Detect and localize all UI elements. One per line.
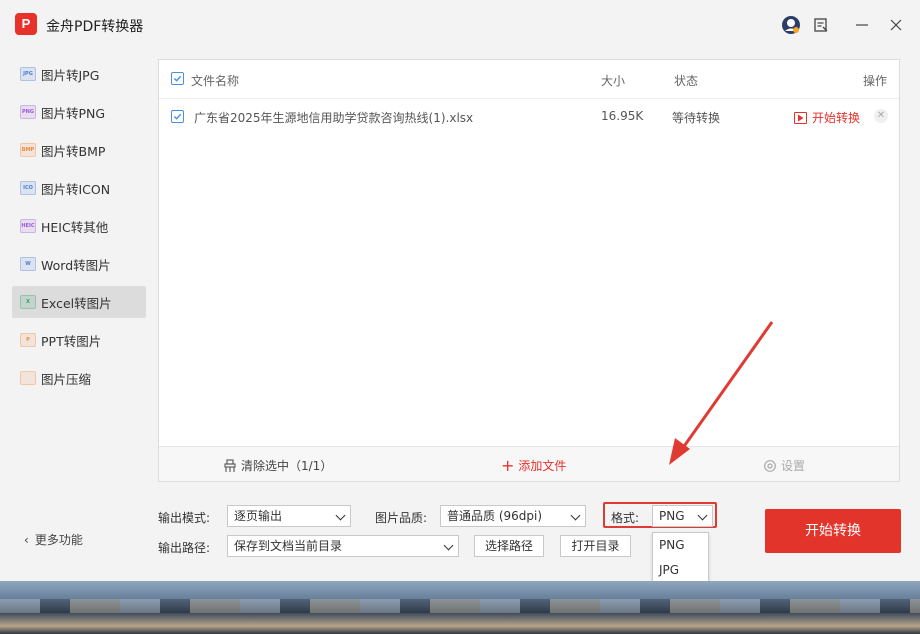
- feedback-icon[interactable]: [811, 15, 831, 35]
- choose-path-button[interactable]: 选择路径: [474, 535, 544, 557]
- play-icon: [794, 111, 807, 124]
- format-option[interactable]: PNG: [653, 533, 708, 558]
- close-icon[interactable]: [886, 15, 906, 35]
- sidebar-item[interactable]: 图片压缩: [12, 362, 146, 394]
- app-title: 金舟PDF转换器: [46, 19, 144, 35]
- sidebar-item-label: 图片转ICON: [41, 181, 111, 197]
- chevron-left-icon: ‹: [24, 532, 29, 547]
- minimize-icon[interactable]: [852, 15, 872, 35]
- table-row[interactable]: 广东省2025年生源地信用助学贷款咨询热线(1).xlsx 16.95K 等待转…: [159, 99, 899, 135]
- row-checkbox[interactable]: [171, 110, 184, 123]
- chevron-down-icon: [570, 510, 581, 521]
- output-mode-value: 逐页输出: [234, 509, 283, 523]
- more-features-label: 更多功能: [34, 533, 83, 547]
- output-mode-select[interactable]: 逐页输出: [227, 505, 351, 527]
- sidebar-item-label: 图片转JPG: [41, 67, 100, 83]
- more-features-button[interactable]: ‹ 更多功能: [24, 531, 83, 548]
- sidebar-item[interactable]: P PPT转图片: [12, 324, 146, 356]
- user-avatar-icon[interactable]: [781, 15, 801, 35]
- sidebar-item-label: 图片转PNG: [41, 105, 106, 121]
- sidebar-item-icon: JPG: [20, 67, 36, 81]
- output-path-select[interactable]: 保存到文档当前目录: [227, 535, 459, 557]
- quality-label: 图片品质:: [375, 511, 428, 525]
- output-mode-label: 输出模式:: [158, 511, 211, 525]
- output-path-label: 输出路径:: [158, 541, 211, 555]
- file-name: 广东省2025年生源地信用助学贷款咨询热线(1).xlsx: [194, 111, 474, 125]
- sidebar-item-label: Word转图片: [41, 257, 111, 273]
- sidebar-item[interactable]: PNG 图片转PNG: [12, 96, 146, 128]
- format-label: 格式:: [611, 511, 640, 525]
- sidebar-item-icon: PNG: [20, 105, 36, 119]
- sidebar-item-label: 图片转BMP: [41, 143, 106, 159]
- output-path-value: 保存到文档当前目录: [234, 539, 343, 553]
- sidebar-item[interactable]: ICO 图片转ICON: [12, 172, 146, 204]
- header-file-name: 文件名称: [191, 74, 240, 88]
- clear-selected-label: 清除选中（1/1）: [241, 459, 333, 473]
- format-value: PNG: [659, 509, 685, 523]
- chevron-down-icon: [443, 540, 454, 551]
- settings-label: 设置: [781, 459, 806, 473]
- chevron-down-icon: [335, 510, 346, 521]
- sidebar-item[interactable]: BMP 图片转BMP: [12, 134, 146, 166]
- quality-value: 普通品质 (96dpi): [447, 509, 543, 523]
- header-action: 操作: [863, 74, 888, 88]
- row-start-convert-label: 开始转换: [812, 111, 861, 125]
- app-logo: P: [15, 13, 37, 35]
- remove-file-icon[interactable]: ✕: [874, 109, 888, 123]
- format-option[interactable]: JPG: [653, 558, 708, 583]
- sidebar-item-label: HEIC转其他: [41, 219, 109, 235]
- title-bar: P 金舟PDF转换器: [0, 0, 920, 52]
- file-list-panel: 文件名称 大小 状态 操作 广东省2025年生源地信用助学贷款咨询热线(1).x…: [158, 59, 900, 482]
- clear-icon: [224, 458, 236, 472]
- desktop-background: [0, 581, 920, 634]
- start-convert-button[interactable]: 开始转换: [765, 509, 901, 553]
- quality-select[interactable]: 普通品质 (96dpi): [440, 505, 586, 527]
- panel-footer: 清除选中（1/1） + 添加文件 设置: [159, 446, 899, 481]
- add-file-label: 添加文件: [518, 459, 567, 473]
- select-all-checkbox[interactable]: [171, 72, 184, 85]
- add-file-button[interactable]: + 添加文件: [501, 457, 566, 474]
- file-size: 16.95K: [601, 109, 644, 123]
- chevron-down-icon: [697, 510, 708, 521]
- sidebar-item-icon: BMP: [20, 143, 36, 157]
- header-status: 状态: [674, 74, 699, 88]
- sidebar-item-icon: W: [20, 257, 36, 271]
- sidebar-item[interactable]: X Excel转图片: [12, 286, 146, 318]
- sidebar-item[interactable]: JPG 图片转JPG: [12, 58, 146, 90]
- file-status: 等待转换: [672, 111, 721, 125]
- sidebar-item-icon: HEIC: [20, 219, 36, 233]
- sidebar-item-label: PPT转图片: [41, 333, 102, 349]
- sidebar-item-label: 图片压缩: [41, 371, 92, 387]
- open-directory-button[interactable]: 打开目录: [560, 535, 631, 557]
- clear-selected-button[interactable]: 清除选中（1/1）: [223, 457, 332, 474]
- row-start-convert-button[interactable]: 开始转换: [794, 109, 860, 126]
- sidebar-item-label: Excel转图片: [41, 295, 112, 311]
- app-window: P 金舟PDF转换器 JPG 图片转JPG PNG 图片转PNG BMP 图片转BMP IC…: [0, 0, 920, 632]
- sidebar-item-icon: ICO: [20, 181, 36, 195]
- sidebar-item-icon: X: [20, 295, 36, 309]
- sidebar-item[interactable]: W Word转图片: [12, 248, 146, 280]
- format-select[interactable]: PNG: [652, 505, 713, 527]
- plus-icon: +: [501, 455, 515, 475]
- settings-button[interactable]: 设置: [763, 457, 805, 474]
- sidebar-item[interactable]: HEIC HEIC转其他: [12, 210, 146, 242]
- sidebar-item-icon: P: [20, 333, 36, 347]
- sidebar-item-icon: [20, 371, 36, 385]
- header-size: 大小: [601, 74, 626, 88]
- table-header: 文件名称 大小 状态 操作: [159, 60, 899, 99]
- gear-icon: [764, 459, 776, 472]
